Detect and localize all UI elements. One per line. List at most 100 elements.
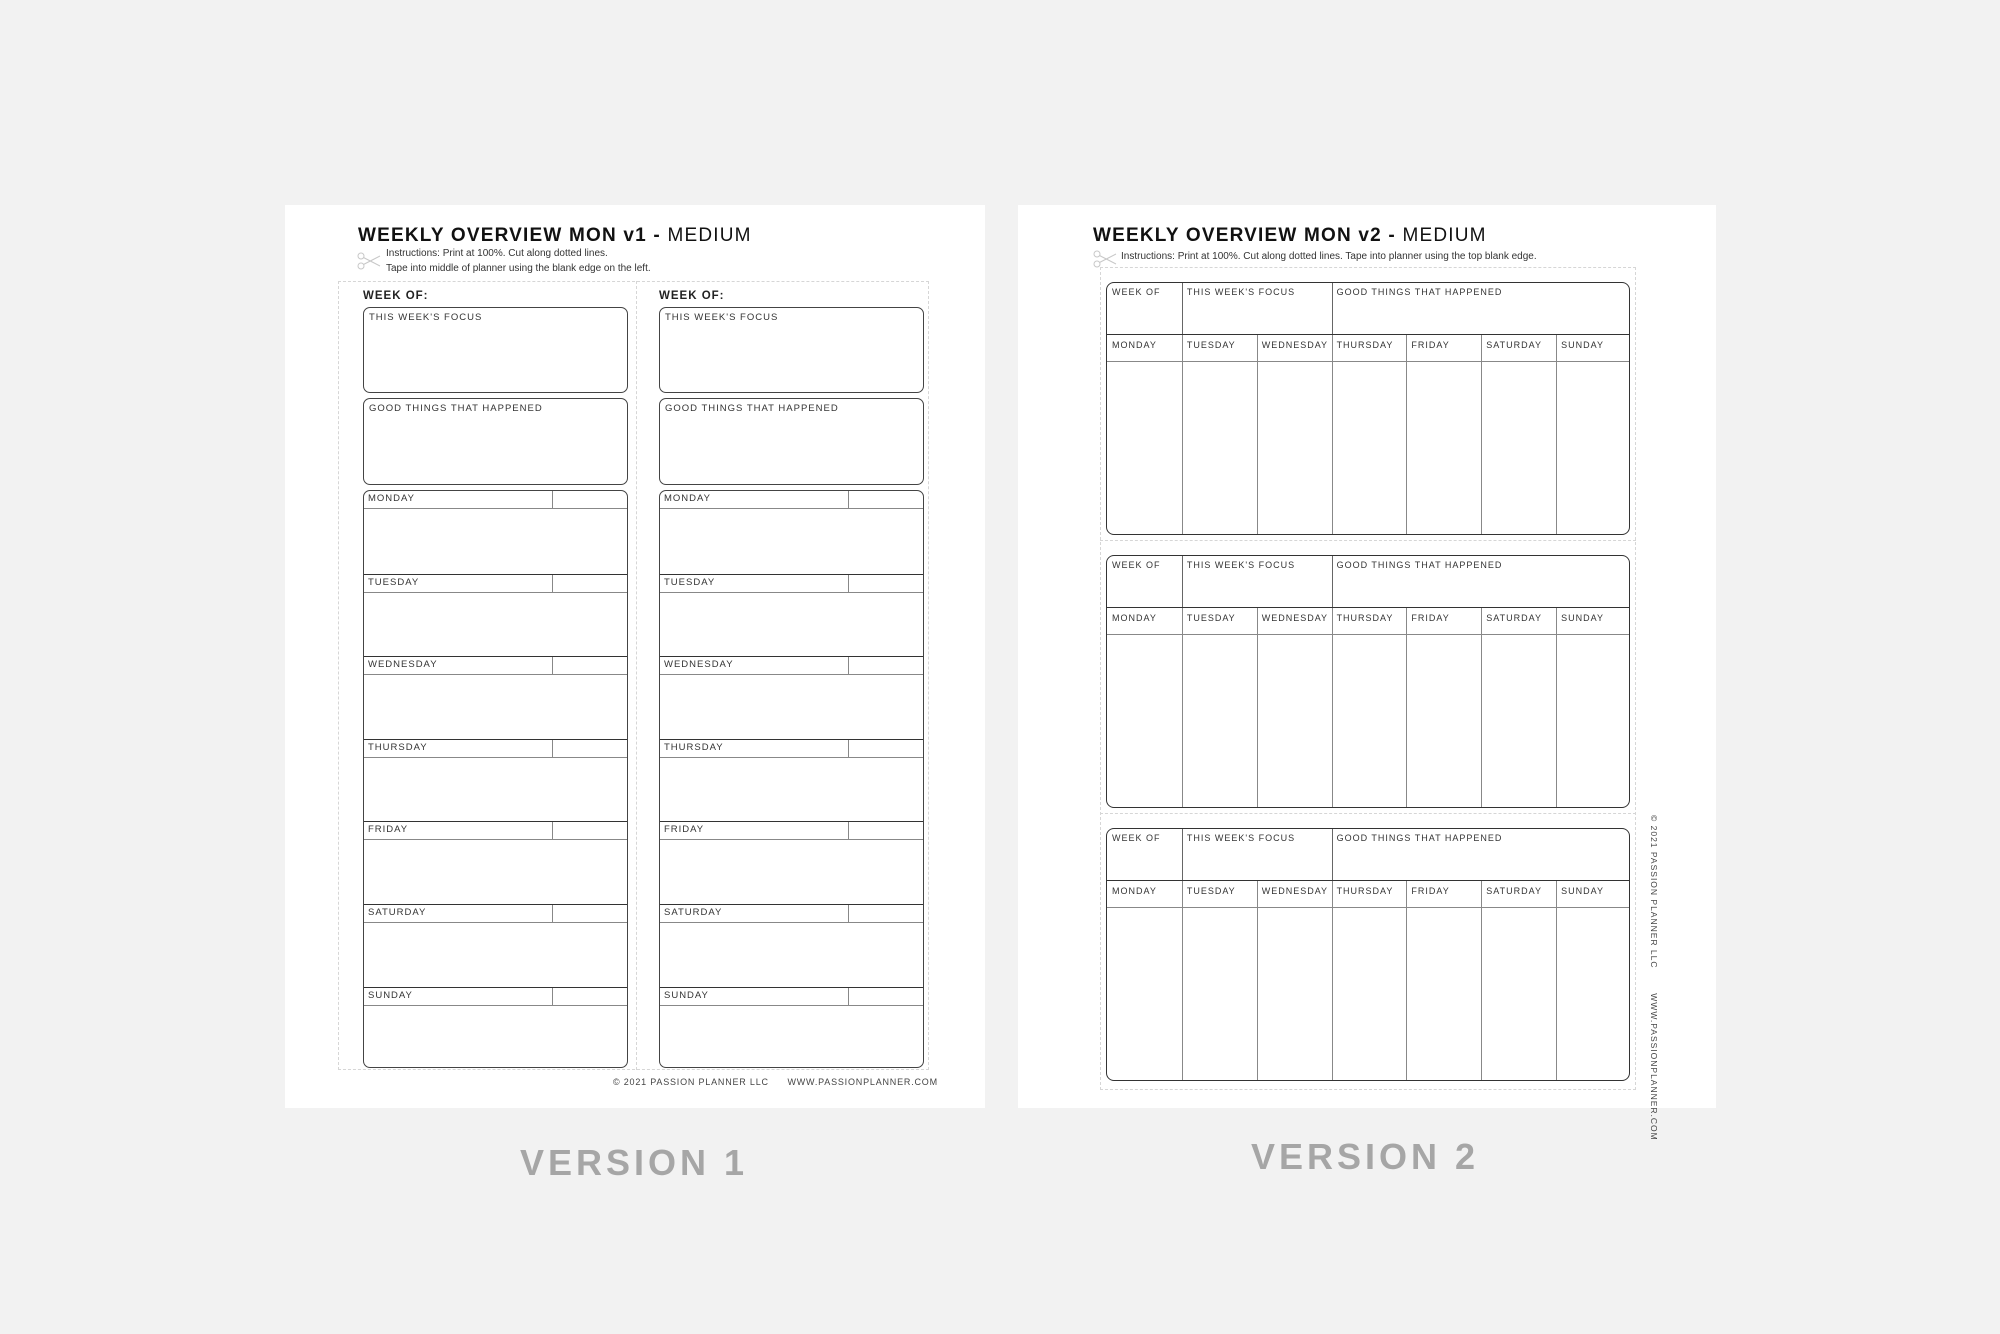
day-row-friday[interactable]: FRIDAY xyxy=(364,821,627,904)
day-column-sunday[interactable]: SUNDAY xyxy=(1556,881,1629,1080)
day-label: TUESDAY xyxy=(1186,613,1236,623)
day-label: FRIDAY xyxy=(1411,340,1450,350)
day-row-friday[interactable]: FRIDAY xyxy=(660,821,923,904)
week-of-label: WEEK OF: xyxy=(363,290,429,302)
focus-cell[interactable]: THIS WEEK'S FOCUS xyxy=(1182,829,1332,880)
day-label: THURSDAY xyxy=(1336,613,1394,623)
day-label: FRIDAY xyxy=(1411,613,1450,623)
divider xyxy=(552,574,553,592)
divider xyxy=(1256,335,1258,534)
day-label: SUNDAY xyxy=(664,989,709,1001)
day-label: TUESDAY xyxy=(368,576,420,588)
day-label: THURSDAY xyxy=(1336,886,1394,896)
week-block-2: WEEK OF THIS WEEK'S FOCUS GOOD THINGS THAT… xyxy=(1106,555,1630,808)
day-column-thursday[interactable]: THURSDAY xyxy=(1332,881,1407,1080)
divider xyxy=(848,657,849,675)
day-label: MONDAY xyxy=(368,493,415,504)
day-row-monday[interactable]: MONDAY xyxy=(364,491,627,574)
divider xyxy=(1556,335,1558,534)
divider xyxy=(1181,881,1183,1080)
day-label: MONDAY xyxy=(664,493,711,504)
day-label: THURSDAY xyxy=(368,741,428,753)
divider xyxy=(1181,556,1183,607)
good-things-cell[interactable]: GOOD THINGS THAT HAPPENED xyxy=(1332,556,1629,607)
focus-label: THIS WEEK'S FOCUS xyxy=(369,312,483,323)
good-things-box[interactable]: GOOD THINGS THAT HAPPENED xyxy=(363,398,628,485)
day-column-thursday[interactable]: THURSDAY xyxy=(1332,335,1407,534)
day-column-sunday[interactable]: SUNDAY xyxy=(1556,335,1629,534)
divider xyxy=(1331,335,1333,534)
divider xyxy=(848,905,849,922)
day-column-tuesday[interactable]: TUESDAY xyxy=(1182,608,1257,807)
divider xyxy=(848,491,849,508)
day-row-monday[interactable]: MONDAY xyxy=(660,491,923,574)
day-row-sunday[interactable]: SUNDAY xyxy=(660,986,923,1067)
good-things-cell[interactable]: GOOD THINGS THAT HAPPENED xyxy=(1332,283,1629,334)
day-column-wednesday[interactable]: WEDNESDAY xyxy=(1257,881,1332,1080)
focus-label: THIS WEEK'S FOCUS xyxy=(1186,287,1296,297)
day-column-monday[interactable]: MONDAY xyxy=(1107,881,1182,1080)
divider xyxy=(1181,335,1183,534)
day-row-sunday[interactable]: SUNDAY xyxy=(364,986,627,1067)
day-column-wednesday[interactable]: WEDNESDAY xyxy=(1257,608,1332,807)
title-dash: - xyxy=(646,225,668,246)
divider xyxy=(552,905,553,922)
day-column-tuesday[interactable]: TUESDAY xyxy=(1182,335,1257,534)
week-of-label: WEEK OF xyxy=(1112,560,1161,570)
divider xyxy=(1556,608,1558,807)
day-column-saturday[interactable]: SATURDAY xyxy=(1481,608,1556,807)
day-column-friday[interactable]: FRIDAY xyxy=(1406,608,1481,807)
focus-label: THIS WEEK'S FOCUS xyxy=(665,312,779,323)
divider xyxy=(1556,881,1558,1080)
days-box: MONDAY TUESDAY WEDNESDAY THURSDAY FRIDAY… xyxy=(659,490,924,1068)
day-label: WEDNESDAY xyxy=(368,659,438,671)
day-row-saturday[interactable]: SATURDAY xyxy=(660,904,923,987)
day-column-saturday[interactable]: SATURDAY xyxy=(1481,881,1556,1080)
footer-copyright: © 2021 PASSION PLANNER LLC xyxy=(613,1077,769,1087)
good-things-label: GOOD THINGS THAT HAPPENED xyxy=(1336,560,1503,570)
divider xyxy=(1256,881,1258,1080)
day-column-friday[interactable]: FRIDAY xyxy=(1406,335,1481,534)
focus-box[interactable]: THIS WEEK'S FOCUS xyxy=(659,307,924,393)
day-label: WEDNESDAY xyxy=(1261,340,1329,350)
scissors-icon xyxy=(1093,250,1117,268)
week-of-cell[interactable]: WEEK OF xyxy=(1107,283,1182,334)
day-column-monday[interactable]: MONDAY xyxy=(1107,335,1182,534)
days-box: MONDAY TUESDAY WEDNESDAY THURSDAY FRIDAY… xyxy=(363,490,628,1068)
divider xyxy=(1331,881,1333,1080)
focus-box[interactable]: THIS WEEK'S FOCUS xyxy=(363,307,628,393)
day-row-wednesday[interactable]: WEDNESDAY xyxy=(660,656,923,739)
week-of-cell[interactable]: WEEK OF xyxy=(1107,556,1182,607)
week-block-3: WEEK OF THIS WEEK'S FOCUS GOOD THINGS THAT… xyxy=(1106,828,1630,1081)
day-column-thursday[interactable]: THURSDAY xyxy=(1332,608,1407,807)
day-row-saturday[interactable]: SATURDAY xyxy=(364,904,627,987)
good-things-box[interactable]: GOOD THINGS THAT HAPPENED xyxy=(659,398,924,485)
day-row-thursday[interactable]: THURSDAY xyxy=(364,738,627,822)
day-label: WEDNESDAY xyxy=(664,659,734,671)
title-size: MEDIUM xyxy=(1402,225,1487,246)
day-column-saturday[interactable]: SATURDAY xyxy=(1481,335,1556,534)
divider xyxy=(552,491,553,508)
day-row-wednesday[interactable]: WEDNESDAY xyxy=(364,656,627,739)
day-label: MONDAY xyxy=(1112,886,1157,896)
focus-cell[interactable]: THIS WEEK'S FOCUS xyxy=(1182,283,1332,334)
day-column-sunday[interactable]: SUNDAY xyxy=(1556,608,1629,807)
day-column-wednesday[interactable]: WEDNESDAY xyxy=(1257,335,1332,534)
day-label: TUESDAY xyxy=(664,576,716,588)
day-column-monday[interactable]: MONDAY xyxy=(1107,608,1182,807)
day-label: THURSDAY xyxy=(664,741,724,753)
day-label: SATURDAY xyxy=(1486,886,1542,896)
good-things-cell[interactable]: GOOD THINGS THAT HAPPENED xyxy=(1332,829,1629,880)
day-label: SATURDAY xyxy=(368,907,427,918)
day-row-thursday[interactable]: THURSDAY xyxy=(660,738,923,822)
day-column-tuesday[interactable]: TUESDAY xyxy=(1182,881,1257,1080)
divider xyxy=(848,987,849,1005)
day-row-tuesday[interactable]: TUESDAY xyxy=(660,573,923,657)
day-label: SUNDAY xyxy=(1561,613,1604,623)
day-label: FRIDAY xyxy=(1411,886,1450,896)
planner-page-version-1: WEEKLY OVERVIEW MON v1 - MEDIUM Instruct… xyxy=(285,205,985,1108)
focus-cell[interactable]: THIS WEEK'S FOCUS xyxy=(1182,556,1332,607)
day-column-friday[interactable]: FRIDAY xyxy=(1406,881,1481,1080)
day-row-tuesday[interactable]: TUESDAY xyxy=(364,573,627,657)
week-of-cell[interactable]: WEEK OF xyxy=(1107,829,1182,880)
